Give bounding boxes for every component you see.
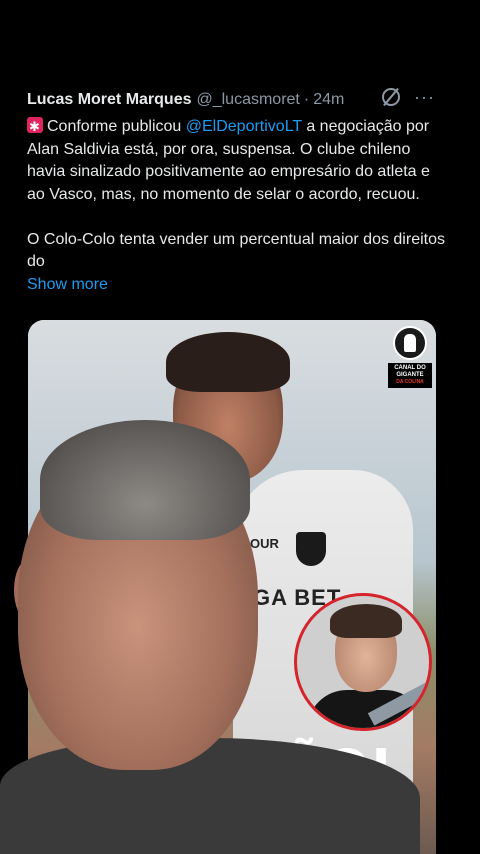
- channel-logo-label: CANAL DO GIGANTE DA COLINA: [388, 363, 432, 388]
- logo-line3: DA COLINA: [396, 379, 424, 385]
- logo-line2: GIGANTE: [396, 372, 424, 378]
- tweet-text-part2: a negociação por Alan Saldivia está, por…: [27, 118, 445, 270]
- inset-player-photo: [294, 593, 432, 731]
- channel-logo: CANAL DO GIGANTE DA COLINA: [388, 326, 432, 388]
- channel-logo-icon: [393, 326, 427, 360]
- grok-icon[interactable]: [382, 88, 401, 106]
- author-handle[interactable]: @_lucasmoret: [196, 91, 299, 109]
- inset-hair: [330, 604, 402, 638]
- siren-icon: [27, 116, 43, 139]
- separator-dot: ·: [303, 91, 310, 108]
- header-icons: ···: [382, 88, 435, 106]
- more-icon[interactable]: ···: [414, 88, 435, 106]
- club-crest-icon: [296, 532, 326, 566]
- logo-line1: CANAL DO: [394, 365, 426, 371]
- player-hair: [166, 332, 290, 392]
- tweet-header: Lucas Moret Marques @_lucasmoret · 24m ·…: [27, 88, 447, 112]
- tweet[interactable]: Lucas Moret Marques @_lucasmoret · 24m ·…: [27, 88, 447, 294]
- tweet-time[interactable]: 24m: [313, 91, 344, 109]
- show-more-link[interactable]: Show more: [27, 276, 108, 294]
- author-name[interactable]: Lucas Moret Marques: [27, 91, 191, 109]
- shirt-text-top: OUR: [250, 536, 279, 551]
- mention-link[interactable]: @ElDeportivoLT: [186, 118, 302, 135]
- tweet-text-part1: Conforme publicou: [47, 118, 186, 135]
- tweet-media-image[interactable]: OUR GA BET CANAL DO GIGANTE DA COLINA ÃO…: [28, 320, 436, 854]
- media-headline: ÃO!: [283, 738, 393, 801]
- tweet-text: Conforme publicou @ElDeportivoLT a negoc…: [27, 116, 447, 274]
